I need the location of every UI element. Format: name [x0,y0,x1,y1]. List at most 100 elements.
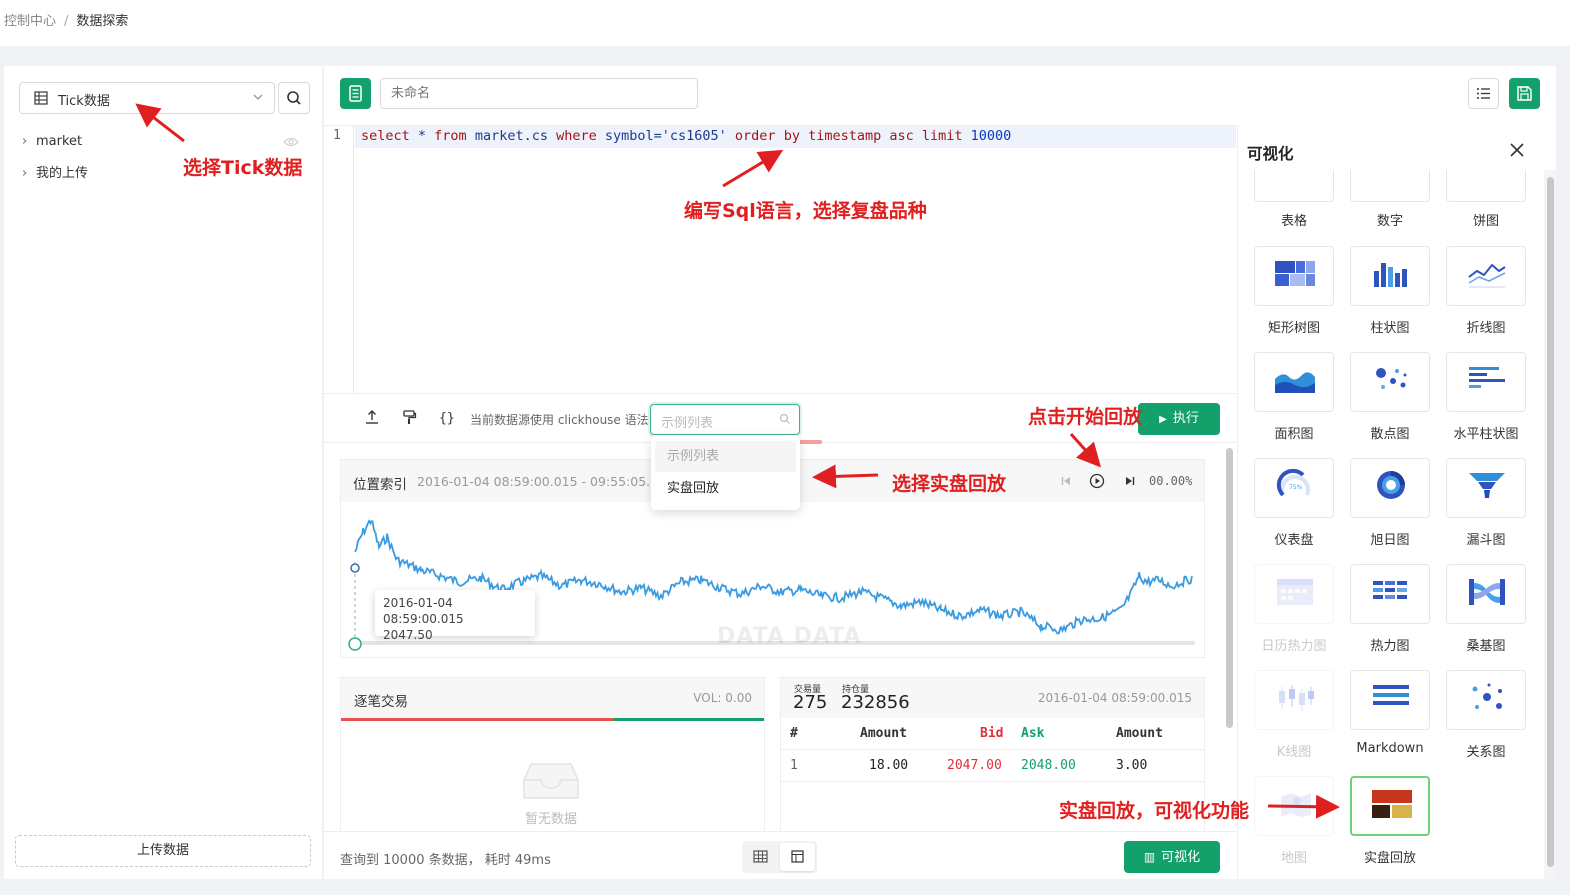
viz-type-map[interactable] [1254,776,1334,836]
replay-progress-handle[interactable] [348,637,362,651]
viz-type-sunburst[interactable] [1350,458,1430,518]
book-time: 2016-01-04 08:59:00.015 [1037,691,1192,705]
viz-type-tile[interactable] [1446,170,1526,202]
viz-type-candlestick[interactable] [1254,670,1334,730]
braces-icon[interactable]: {} [438,409,454,425]
viz-type-calendar-heatmap[interactable] [1254,564,1334,624]
datasource-select[interactable]: Tick数据 [19,82,275,114]
sql-token: from [434,128,467,144]
annotation-write-sql: 编写Sql语言，选择复盘品种 [684,200,927,222]
results-footer: 查询到 10000 条数据， 耗时 49ms ▥ 可视化 [324,831,1236,879]
viz-type-tile[interactable] [1350,170,1430,202]
sql-token: * [409,128,435,144]
tree-item-my-uploads[interactable]: › 我的上传 [22,162,88,181]
visualize-button[interactable]: ▥ 可视化 [1124,841,1220,873]
chart-view-button[interactable] [780,843,815,871]
format-brush-icon[interactable] [401,409,417,425]
viz-scrollbar[interactable] [1547,177,1554,867]
play-circle-icon[interactable] [1089,473,1105,489]
replay-icon [1372,790,1412,818]
chart-time-range: 2016-01-04 08:59:00.015 - 09:55:05.773 [417,474,675,489]
cell-ask: 2048.00 [1021,758,1076,773]
sql-token: order by timestamp asc limit [726,128,971,144]
sql-editor[interactable]: 1 select * from market.cs where symbol='… [324,125,1236,394]
sql-token: symbol= [596,128,662,144]
col-ask: Ask [1021,726,1045,741]
example-select[interactable]: 示例列表 [650,404,800,435]
breadcrumb-current: 数据探索 [76,14,129,29]
skip-back-icon[interactable] [1059,474,1073,488]
buy-ratio-bar [614,718,764,721]
dropdown-option-live-replay[interactable]: 实盘回放 [655,473,796,504]
viz-type-area-chart[interactable] [1254,352,1334,412]
empty-text: 暂无数据 [525,812,578,827]
viz-type-replay[interactable] [1350,776,1430,836]
graph-icon [1472,683,1502,709]
play-icon: ▶ [1159,414,1167,425]
grid-icon [753,850,768,863]
datasource-value: Tick数据 [58,94,110,109]
bar-chart-icon [1374,263,1407,287]
table-view-button[interactable] [744,843,777,871]
search-icon [779,413,790,424]
close-icon[interactable] [1508,141,1526,159]
area-chart-icon [1275,372,1315,393]
tree-item-label: market [36,134,83,149]
upload-data-button[interactable]: 上传数据 [15,835,311,867]
viz-type-label: 桑基图 [1466,639,1506,654]
viz-type-line-chart[interactable] [1446,246,1526,306]
markdown-icon [1373,685,1409,705]
annotation-select-tick: 选择Tick数据 [183,157,303,179]
viz-type-treemap[interactable] [1254,246,1334,306]
viz-type-grid: 表格 数字 饼图 矩形树图 柱状图 折线图 面积图 散点图 水平柱状图 75% 仪表盘 旭日图 漏斗图日… [1238,170,1543,879]
query-list-button[interactable] [1468,78,1499,109]
trade-volume: VOL: 0.00 [693,691,752,705]
viz-type-gauge[interactable]: 75% [1254,458,1334,518]
search-button[interactable] [278,82,310,114]
trade-panel-title: 逐笔交易 [354,694,408,710]
viz-type-graph[interactable] [1446,670,1526,730]
viz-type-hbar[interactable] [1446,352,1526,412]
viz-type-funnel[interactable] [1446,458,1526,518]
run-button[interactable]: ▶ 执行 [1138,403,1220,435]
scatter-icon [1376,368,1407,389]
breadcrumb-root[interactable]: 控制中心 [4,14,56,29]
viz-type-markdown[interactable] [1350,670,1430,730]
line-gutter: 1 [324,126,354,394]
viz-type-label: 仪表盘 [1274,533,1314,548]
visualize-label: 可视化 [1161,850,1201,865]
hbar-icon [1469,367,1505,388]
skip-forward-icon[interactable] [1123,474,1137,488]
viz-type-scatter[interactable] [1350,352,1430,412]
map-icon [1281,793,1311,817]
tree-item-market[interactable]: › market [22,134,82,149]
col-bid-amount: Amount [860,726,907,741]
eye-icon[interactable] [283,136,299,148]
chevron-right-icon: › [22,166,28,181]
annotation-start-replay: 点击开始回放 [1028,406,1143,428]
query-type-button[interactable] [340,78,371,109]
watermark: DATA DATA [717,624,862,649]
save-button[interactable] [1509,78,1540,109]
viz-type-tile[interactable] [1254,170,1334,202]
open-interest-value: 232856 [841,692,910,713]
sql-token: market.cs [466,128,557,144]
dropdown-option-examples: 示例列表 [655,441,796,472]
viz-type-sankey[interactable] [1446,564,1526,624]
col-index: # [790,726,798,741]
treemap-icon [1275,261,1315,286]
viz-type-bar-chart[interactable] [1350,246,1430,306]
viz-type-heatmap[interactable] [1350,564,1430,624]
sql-code[interactable]: select * from market.cs where symbol='cs… [361,128,1011,144]
viz-type-label: 地图 [1280,851,1307,866]
heatmap-icon [1373,581,1407,599]
breadcrumb: 控制中心 / 数据探索 [4,14,129,29]
layout-icon [791,850,804,863]
annotation-select-replay: 选择实盘回放 [892,473,1007,495]
viz-type-label: 柱状图 [1370,321,1410,336]
viz-type-label: 旭日图 [1370,533,1410,548]
viz-type-label: 日历热力图 [1261,639,1327,654]
scrollbar[interactable] [1226,448,1233,728]
upload-icon[interactable] [364,409,380,425]
query-name-input[interactable] [380,78,698,109]
